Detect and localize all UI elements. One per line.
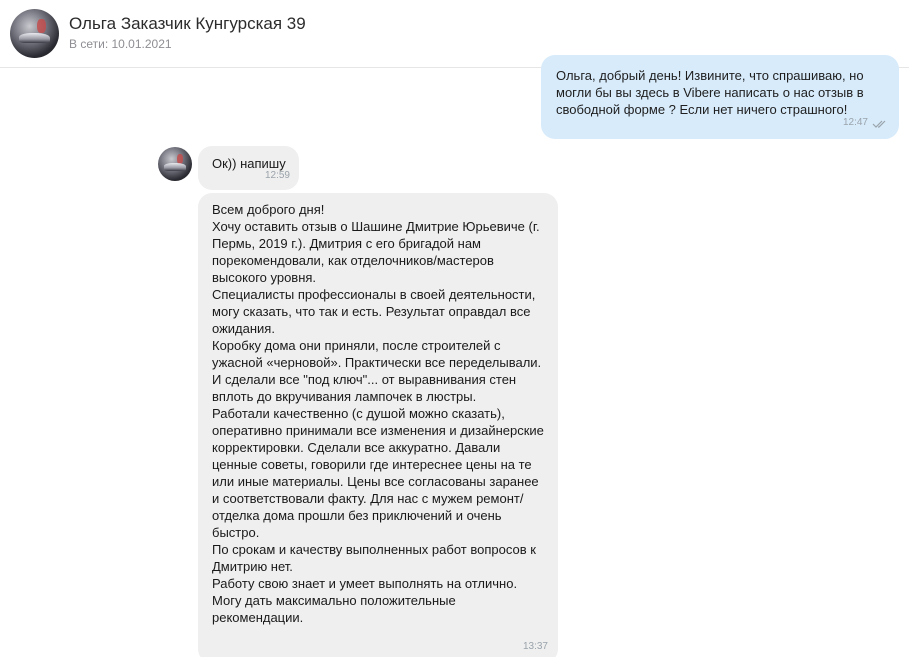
message-paragraph: Работу свою знает и умеет выполнять на о… xyxy=(212,576,518,591)
chat-window: Ольга Заказчик Кунгурская 39 В сети: 10.… xyxy=(0,0,909,657)
incoming-review-message[interactable]: Всем доброго дня! Хочу оставить отзыв о … xyxy=(198,193,558,657)
message-paragraph: По срокам и качеству выполненных работ в… xyxy=(212,542,536,574)
outgoing-message[interactable]: Ольга, добрый день! Извините, что спраши… xyxy=(541,55,899,139)
contact-status: В сети: 10.01.2021 xyxy=(69,37,172,51)
message-paragraph: Всем доброго дня! xyxy=(212,202,325,217)
contact-name[interactable]: Ольга Заказчик Кунгурская 39 xyxy=(69,14,306,34)
message-paragraph: Хочу оставить отзыв о Шашине Дмитрие Юрь… xyxy=(212,219,540,285)
message-paragraph: Могу дать максимально положительные реко… xyxy=(212,593,456,625)
avatar-photo-car xyxy=(18,32,51,44)
message-time: 13:37 xyxy=(522,641,548,652)
incoming-message[interactable]: Ок)) напишу 12:59 xyxy=(198,146,299,190)
message-time: 12:59 xyxy=(264,170,290,181)
avatar-photo-car xyxy=(164,163,186,171)
double-check-icon xyxy=(872,120,886,128)
message-text: Ольга, добрый день! Извините, что спраши… xyxy=(556,68,864,117)
message-time: 12:47 xyxy=(842,117,868,128)
message-paragraph: Коробку дома они приняли, после строител… xyxy=(212,338,542,404)
sender-avatar[interactable] xyxy=(158,147,192,181)
contact-avatar[interactable] xyxy=(10,9,59,58)
message-paragraph: Специалисты профессионалы в своей деятел… xyxy=(212,287,536,336)
avatar-photo-detail xyxy=(36,18,46,34)
message-paragraph: Работали качественно (с душой можно сказ… xyxy=(212,406,544,540)
